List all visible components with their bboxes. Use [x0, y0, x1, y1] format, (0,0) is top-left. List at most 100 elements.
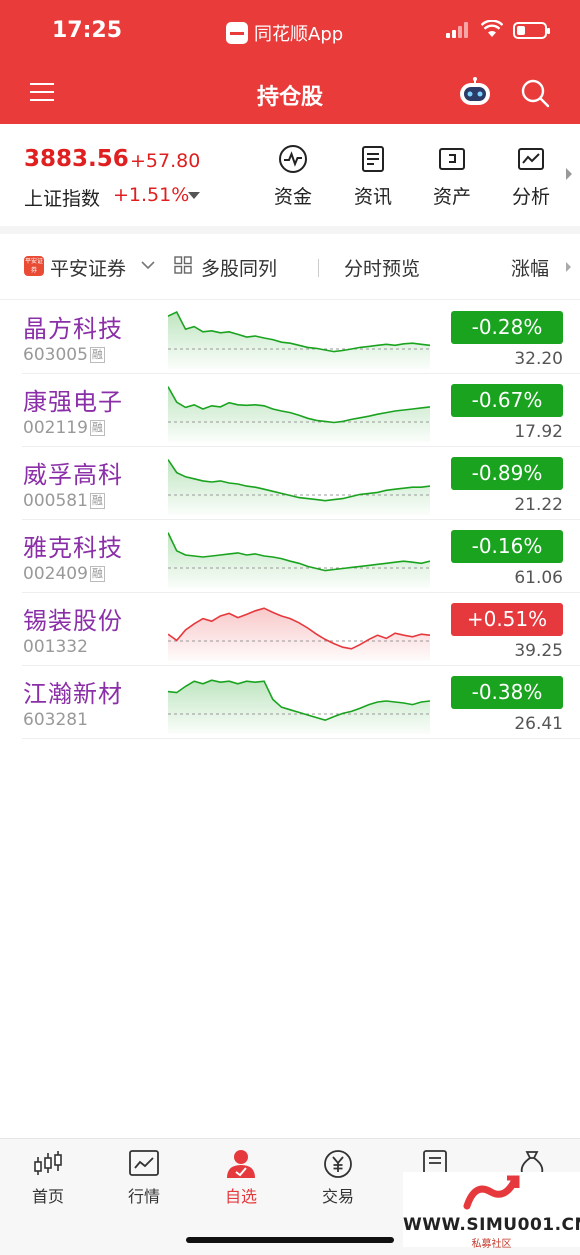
- back-to-app-indicator[interactable]: 同花顺App: [226, 20, 343, 46]
- stock-price: 21.22: [514, 495, 563, 515]
- watermark-text: WWW.SIMU001.CN: [403, 1215, 580, 1235]
- margin-tag: 融: [89, 420, 105, 436]
- stock-row[interactable]: 康强电子 002119 融 -0.67% 17.92: [22, 374, 580, 447]
- intraday-area: [168, 532, 430, 588]
- intraday-area: [168, 312, 430, 369]
- multi-stock-button[interactable]: 多股同列: [201, 254, 277, 281]
- stock-name: 晶方科技: [23, 315, 123, 343]
- broker-selector[interactable]: 平安证券: [50, 254, 126, 281]
- tool-label: 资金: [273, 186, 312, 208]
- divider: [318, 259, 319, 277]
- watermark-logo-icon: [463, 1175, 520, 1210]
- intraday-area: [168, 608, 430, 661]
- intraday-preview-button[interactable]: 分时预览: [344, 254, 420, 281]
- stock-code: 603281: [23, 710, 88, 730]
- intraday-area: [168, 386, 430, 442]
- watchlist-user-icon: [227, 1150, 255, 1178]
- tool-assets[interactable]: 资产: [422, 144, 482, 209]
- stock-name: 江瀚新材: [23, 680, 123, 708]
- stock-row[interactable]: 锡装股份 001332 +0.51% 39.25: [22, 593, 580, 666]
- news-icon: [362, 146, 384, 172]
- index-change: +57.80: [130, 150, 201, 172]
- watermark-subtext: 私募社区: [471, 1239, 512, 1250]
- index-value: 3883.56: [24, 146, 129, 172]
- stock-code: 002409: [23, 564, 88, 584]
- stock-name: 威孚高科: [23, 461, 123, 489]
- margin-tag: 融: [89, 493, 105, 509]
- stock-price: 17.92: [514, 422, 563, 442]
- sort-by-change-button[interactable]: 涨幅: [511, 254, 549, 281]
- market-chart-icon: [129, 1150, 159, 1176]
- stock-code: 000581: [23, 491, 88, 511]
- stock-code: 002119: [23, 418, 88, 438]
- app-logo-icon: [226, 22, 248, 44]
- tool-analysis[interactable]: 分析: [501, 144, 561, 209]
- stock-name: 康强电子: [23, 388, 123, 416]
- change-badge: -0.38%: [451, 676, 563, 709]
- tool-label: 分析: [511, 186, 550, 208]
- stock-code-line: 603005 融: [23, 345, 105, 365]
- intraday-chart: [168, 386, 430, 442]
- page-title: 持仓股: [256, 85, 323, 110]
- index-pct: +1.51%: [113, 184, 190, 206]
- tab-label: 自选: [224, 1187, 257, 1206]
- stock-row[interactable]: 晶方科技 603005 融 -0.28% 32.20: [22, 301, 580, 374]
- asset-icon: [439, 148, 465, 170]
- battery-icon: [513, 22, 550, 39]
- section-divider: [0, 226, 580, 234]
- intraday-area: [168, 459, 430, 515]
- index-bar[interactable]: 3883.56 +57.80 上证指数 +1.51% 资金 资讯 资产 分析: [0, 124, 580, 228]
- change-badge: -0.16%: [451, 530, 563, 563]
- stock-price: 61.06: [514, 568, 563, 588]
- stock-row[interactable]: 威孚高科 000581 融 -0.89% 21.22: [22, 447, 580, 520]
- tab-home[interactable]: 首页: [8, 1149, 88, 1207]
- tool-news[interactable]: 资讯: [343, 144, 403, 209]
- intraday-chart: [168, 459, 430, 515]
- sort-arrow-icon[interactable]: [566, 262, 571, 272]
- tool-label: 资产: [432, 186, 471, 208]
- intraday-chart: [168, 607, 430, 661]
- stock-code: 001332: [23, 637, 88, 657]
- fund-flow-icon: [279, 145, 307, 173]
- tab-label: 行情: [127, 1187, 160, 1206]
- stock-name: 锡装股份: [23, 607, 123, 635]
- stock-code-line: 603281: [23, 710, 88, 730]
- tab-trade[interactable]: 交易: [298, 1149, 378, 1207]
- index-dropdown-icon[interactable]: [188, 192, 200, 199]
- wifi-icon: [481, 20, 503, 37]
- tab-label: 首页: [31, 1187, 64, 1206]
- status-time: 17:25: [52, 18, 123, 43]
- tab-label: 交易: [321, 1187, 354, 1206]
- app-screen: 17:25 同花顺App 持仓股 3883.56 +57.80 上证指数 +1.…: [0, 0, 580, 1255]
- tab-watchlist[interactable]: 自选: [201, 1149, 281, 1207]
- margin-tag: 融: [89, 347, 105, 363]
- filter-bar: 平安证券 平安证券 多股同列 分时预览 涨幅: [0, 234, 580, 300]
- search-icon[interactable]: [520, 78, 550, 108]
- home-indicator[interactable]: [186, 1237, 394, 1243]
- tool-fund-flow[interactable]: 资金: [263, 144, 323, 209]
- stock-row[interactable]: 雅克科技 002409 融 -0.16% 61.06: [22, 520, 580, 593]
- app-header: 17:25 同花顺App 持仓股: [0, 0, 580, 124]
- home-candle-icon: [34, 1151, 62, 1175]
- index-name: 上证指数: [24, 188, 101, 210]
- margin-tag: 融: [89, 566, 105, 582]
- grid-icon[interactable]: [174, 256, 192, 274]
- chevron-down-icon[interactable]: [141, 258, 155, 272]
- status-bar: 17:25 同花顺App: [0, 0, 580, 62]
- tool-label: 资讯: [353, 186, 392, 208]
- stock-code-line: 002119 融: [23, 418, 105, 438]
- change-badge: -0.67%: [451, 384, 563, 417]
- tab-market[interactable]: 行情: [104, 1149, 184, 1207]
- stock-list: 晶方科技 603005 融 -0.28% 32.20 康强电子 002119 融 -…: [0, 301, 580, 739]
- stock-code-line: 001332: [23, 637, 88, 657]
- stock-price: 32.20: [514, 349, 563, 369]
- stock-row[interactable]: 江瀚新材 603281 -0.38% 26.41: [22, 666, 580, 739]
- analysis-icon: [518, 148, 544, 170]
- more-tools-arrow-icon[interactable]: [566, 168, 572, 180]
- robot-assistant-icon[interactable]: [458, 77, 492, 107]
- intraday-chart: [168, 532, 430, 588]
- intraday-chart: [168, 679, 430, 734]
- intraday-area: [168, 680, 430, 734]
- change-badge: -0.89%: [451, 457, 563, 490]
- stock-code-line: 002409 融: [23, 564, 105, 584]
